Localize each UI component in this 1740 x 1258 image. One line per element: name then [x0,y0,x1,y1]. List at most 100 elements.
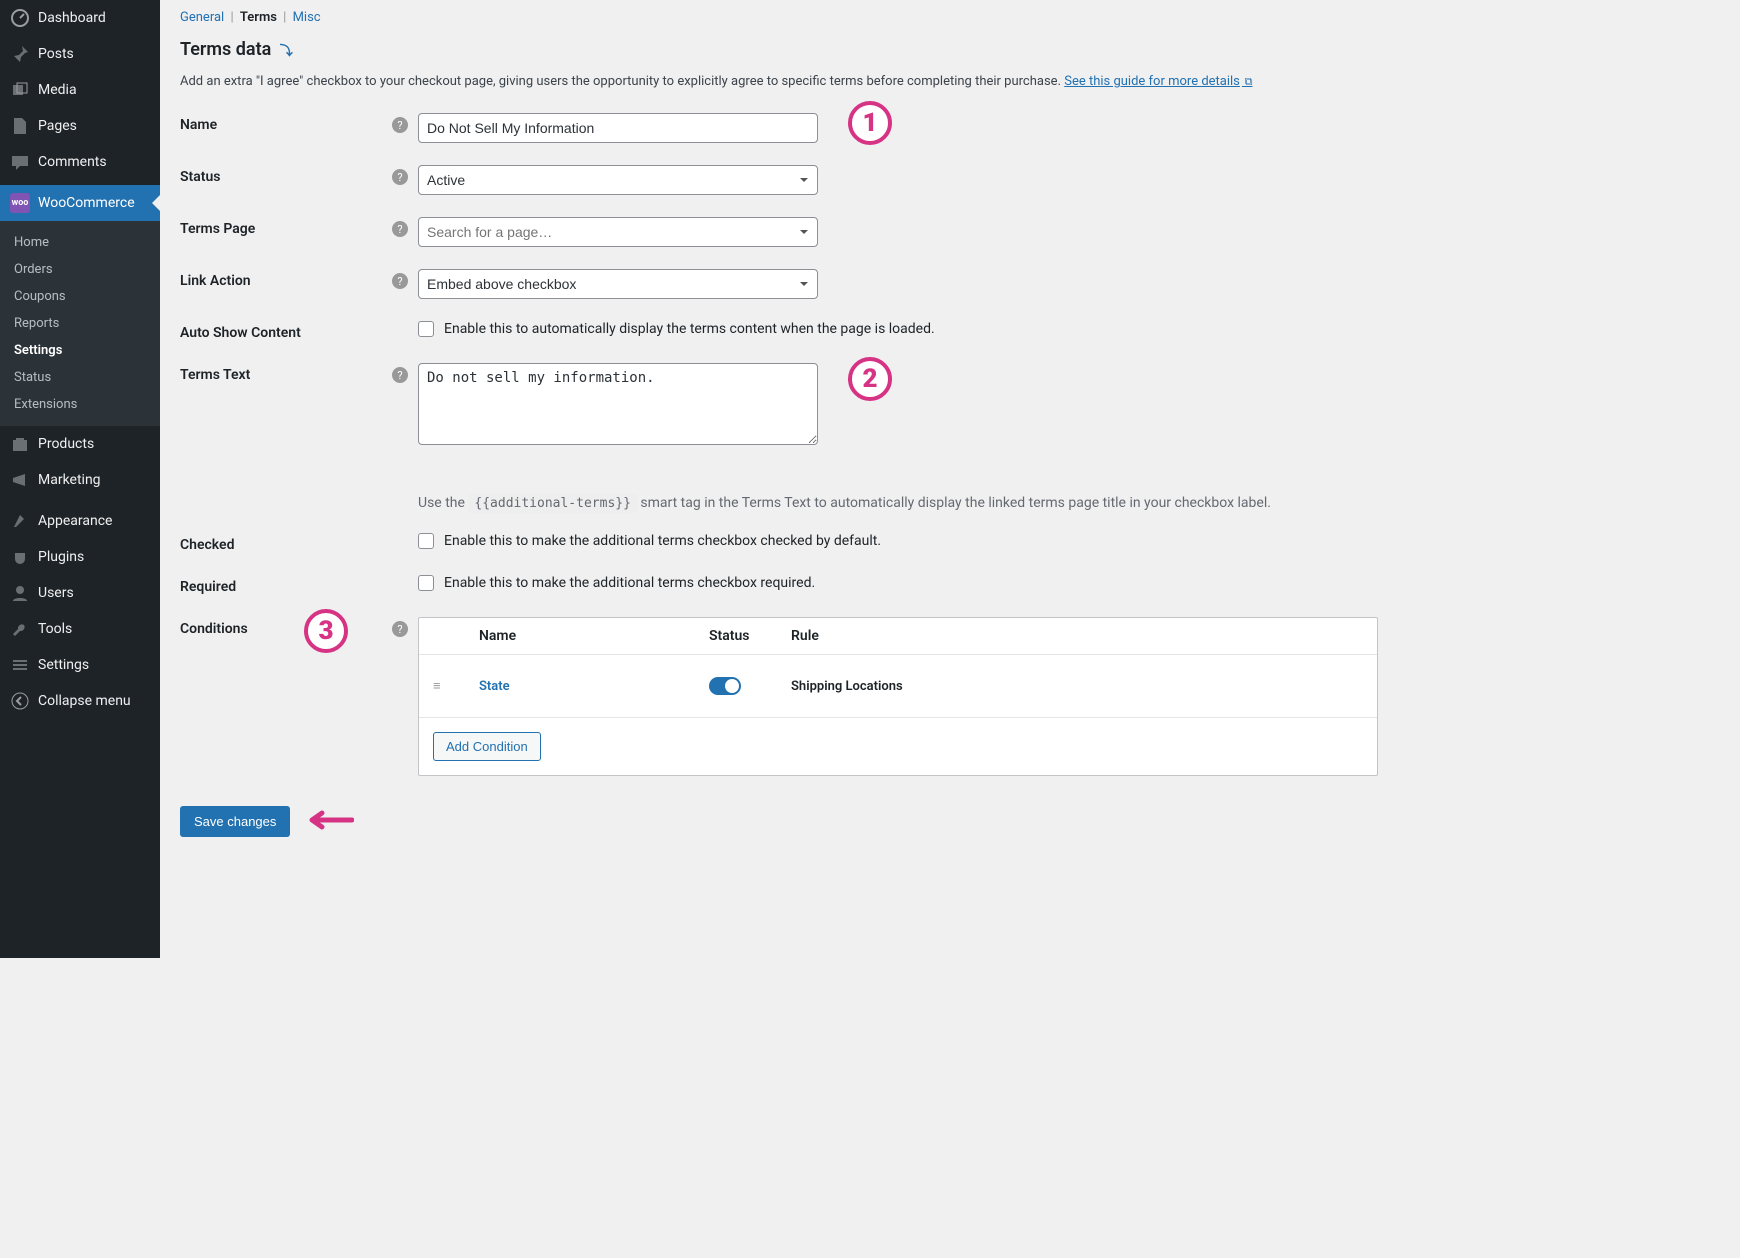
add-condition-button[interactable]: Add Condition [433,732,541,761]
condition-rule: Shipping Locations [791,679,1363,694]
page-icon [10,116,30,136]
sidebar-sub-reports[interactable]: Reports [0,310,160,337]
label-autoshow: Auto Show Content [180,325,418,341]
label-status: Status [180,169,392,185]
sidebar-item-products[interactable]: Products [0,426,160,462]
sidebar-item-label: Comments [38,154,107,170]
save-changes-button[interactable]: Save changes [180,806,290,837]
sidebar-sub-extensions[interactable]: Extensions [0,391,160,418]
sidebar-sub-settings[interactable]: Settings [0,337,160,364]
checked-checkbox[interactable] [418,533,434,549]
dashboard-icon [10,8,30,28]
annotation-callout-3: 3 [304,609,348,653]
field-row-status: Status ? Active [180,165,1720,195]
label-required: Required [180,579,418,595]
field-row-name: Name ? 1 [180,113,1720,143]
field-row-checked: Checked Enable this to make the addition… [180,533,1720,553]
marketing-icon [10,470,30,490]
sidebar-item-label: Dashboard [38,10,106,26]
sidebar-item-dashboard[interactable]: Dashboard [0,0,160,36]
sidebar-submenu-woocommerce: Home Orders Coupons Reports Settings Sta… [0,221,160,426]
sidebar-item-marketing[interactable]: Marketing [0,462,160,498]
label-name: Name [180,117,392,133]
condition-status-toggle[interactable] [709,677,741,695]
sidebar-item-settings[interactable]: Settings [0,647,160,683]
label-conditions: Conditions [180,621,392,637]
sidebar-item-tools[interactable]: Tools [0,611,160,647]
settings-subtabs: General | Terms | Misc [180,10,1720,25]
termstext-textarea[interactable] [418,363,818,445]
termspage-select[interactable] [418,217,818,247]
required-text: Enable this to make the additional terms… [444,575,815,591]
sidebar-item-collapse[interactable]: Collapse menu [0,683,160,719]
user-icon [10,583,30,603]
sidebar-item-pages[interactable]: Pages [0,108,160,144]
collapse-icon [10,691,30,711]
sidebar-item-label: Users [38,585,74,601]
col-head-name: Name [479,628,709,644]
field-row-termspage: Terms Page ? [180,217,1720,247]
conditions-table: Name Status Rule ≡ State Shipping Locati… [418,617,1378,776]
page-description: Add an extra "I agree" checkbox to your … [180,74,1720,89]
media-icon [10,80,30,100]
required-checkbox[interactable] [418,575,434,591]
sidebar-sub-home[interactable]: Home [0,229,160,256]
termstext-hint: Use the {{additional-terms}} smart tag i… [418,495,1720,511]
status-select[interactable]: Active [418,165,818,195]
sidebar-sub-status[interactable]: Status [0,364,160,391]
woocommerce-icon: woo [10,193,30,213]
guide-link[interactable]: See this guide for more details ⧉ [1064,74,1252,89]
admin-sidebar: Dashboard Posts Media Pages Comments woo… [0,0,160,958]
field-row-autoshow: Auto Show Content Enable this to automat… [180,321,1720,341]
sidebar-item-label: Pages [38,118,77,134]
sidebar-item-label: Plugins [38,549,84,565]
sidebar-item-comments[interactable]: Comments [0,144,160,180]
tab-terms[interactable]: Terms [240,10,277,25]
page-title: Terms data ⤵ [180,39,1720,60]
product-icon [10,434,30,454]
sidebar-item-label: Media [38,82,77,98]
sidebar-sub-coupons[interactable]: Coupons [0,283,160,310]
autoshow-checkbox[interactable] [418,321,434,337]
plugin-icon [10,547,30,567]
sidebar-item-woocommerce[interactable]: woo WooCommerce [0,185,160,221]
help-icon[interactable]: ? [392,169,408,185]
anchor-link-icon[interactable]: ⤵ [280,44,293,59]
sidebar-item-appearance[interactable]: Appearance [0,503,160,539]
help-icon[interactable]: ? [392,367,408,383]
help-icon[interactable]: ? [392,221,408,237]
checked-text: Enable this to make the additional terms… [444,533,881,549]
label-checked: Checked [180,537,418,553]
sidebar-item-posts[interactable]: Posts [0,36,160,72]
sidebar-item-users[interactable]: Users [0,575,160,611]
sidebar-item-plugins[interactable]: Plugins [0,539,160,575]
sidebar-sub-orders[interactable]: Orders [0,256,160,283]
label-termspage: Terms Page [180,221,392,237]
smart-tag-code: {{additional-terms}} [468,494,637,513]
sidebar-item-label: Tools [38,621,72,637]
settings-icon [10,655,30,675]
tab-misc[interactable]: Misc [293,10,321,25]
condition-name-link[interactable]: State [479,679,510,694]
annotation-callout-2: 2 [848,357,892,401]
help-icon[interactable]: ? [392,273,408,289]
sidebar-item-label: Posts [38,46,74,62]
drag-handle-icon[interactable]: ≡ [433,678,479,694]
label-termstext: Terms Text [180,367,392,383]
tool-icon [10,619,30,639]
appearance-icon [10,511,30,531]
linkaction-select[interactable]: Embed above checkbox [418,269,818,299]
col-head-rule: Rule [791,628,1363,644]
sidebar-item-label: Settings [38,657,89,673]
field-row-termstext: Terms Text ? 2 Use the {{additional-term… [180,363,1720,511]
table-row: ≡ State Shipping Locations [419,655,1377,718]
field-row-conditions: Conditions ? 3 Name Status Rule ≡ State … [180,617,1720,776]
name-input[interactable] [418,113,818,143]
help-icon[interactable]: ? [392,621,408,637]
tab-general[interactable]: General [180,10,224,25]
sidebar-item-media[interactable]: Media [0,72,160,108]
pin-icon [10,44,30,64]
main-content: General | Terms | Misc Terms data ⤵ Add … [160,0,1740,958]
help-icon[interactable]: ? [392,117,408,133]
col-head-status: Status [709,628,791,644]
